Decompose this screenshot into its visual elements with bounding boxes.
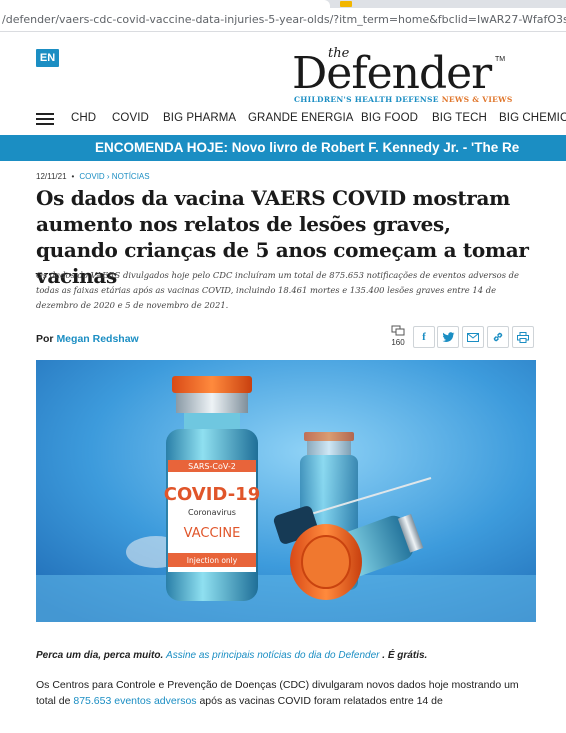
main-nav: CHD COVID BIG PHARMA GRANDE ENERGIA BIG … bbox=[0, 110, 566, 130]
logo-tagline-accent: NEWS & VIEWS bbox=[441, 95, 513, 104]
adverse-events-link[interactable]: 875.653 eventos adversos bbox=[73, 695, 196, 707]
hero-image: SARS-CoV-2 COVID-19 Coronavirus VACCINE … bbox=[36, 360, 536, 622]
subscribe-link[interactable]: Assine as principais notícias do dia do … bbox=[166, 650, 379, 661]
byline: Por Megan Redshaw bbox=[36, 333, 139, 345]
article-meta: 12/11/21 • COVID › NOTÍCIAS bbox=[36, 172, 150, 181]
url-text[interactable]: /defender/vaers-cdc-covid-vaccine-data-i… bbox=[2, 13, 566, 26]
tab-favicon[interactable] bbox=[340, 1, 352, 7]
promo-banner[interactable]: ENCOMENDA HOJE: Novo livro de Robert F. … bbox=[0, 135, 566, 161]
twitter-icon bbox=[442, 331, 454, 342]
nav-item-big-tech[interactable]: BIG TECH bbox=[432, 112, 487, 124]
link-icon bbox=[493, 332, 503, 342]
article-dek: Os dados do VAERS divulgados hoje pelo C… bbox=[36, 270, 520, 310]
address-bar[interactable]: /defender/vaers-cdc-covid-vaccine-data-i… bbox=[0, 8, 566, 32]
language-badge[interactable]: EN bbox=[36, 49, 59, 67]
comments-button[interactable]: 160 bbox=[387, 325, 409, 351]
vaccine-vials-illustration: SARS-CoV-2 COVID-19 Coronavirus VACCINE … bbox=[36, 360, 536, 622]
lead-end: . É grátis. bbox=[382, 650, 428, 661]
nav-item-big-chemical[interactable]: BIG CHEMICA bbox=[499, 112, 566, 124]
article-date: 12/11/21 bbox=[36, 172, 67, 181]
printer-icon bbox=[517, 331, 529, 343]
nav-item-grande-energia[interactable]: GRANDE ENERGIA bbox=[248, 112, 354, 124]
author-link[interactable]: Megan Redshaw bbox=[56, 333, 138, 345]
facebook-icon: f bbox=[422, 331, 426, 343]
vial-label-line5: Injection only bbox=[187, 556, 238, 565]
email-share-button[interactable] bbox=[462, 326, 484, 348]
hamburger-menu-icon[interactable] bbox=[36, 113, 54, 125]
promo-text[interactable]: ENCOMENDA HOJE: Novo livro de Robert F. … bbox=[95, 140, 519, 155]
copy-link-button[interactable] bbox=[487, 326, 509, 348]
logo-tagline: CHILDREN'S HEALTH DEFENSE NEWS & VIEWS bbox=[294, 95, 513, 104]
print-button[interactable] bbox=[512, 326, 534, 348]
lead-strong: Perca um dia, perca muito. bbox=[36, 650, 164, 661]
vial-label-line4: VACCINE bbox=[184, 526, 241, 541]
facebook-share-button[interactable]: f bbox=[413, 326, 435, 348]
twitter-share-button[interactable] bbox=[437, 326, 459, 348]
nav-item-big-food[interactable]: BIG FOOD bbox=[361, 112, 418, 124]
article-paragraph: Os Centros para Controle e Prevenção de … bbox=[36, 677, 536, 709]
vial-label-line2: COVID-19 bbox=[164, 484, 260, 505]
browser-tab-active[interactable] bbox=[0, 0, 330, 8]
article-category[interactable]: COVID › NOTÍCIAS bbox=[79, 172, 149, 181]
meta-separator: • bbox=[71, 172, 75, 181]
comment-bubble-icon bbox=[391, 325, 405, 336]
byline-prefix: Por bbox=[36, 333, 54, 345]
tab-strip bbox=[0, 0, 566, 8]
page-bottom bbox=[0, 708, 566, 733]
envelope-icon bbox=[467, 332, 479, 342]
vial-label-line3: Coronavirus bbox=[188, 508, 236, 517]
comment-count: 160 bbox=[391, 338, 405, 347]
newsletter-promo: Perca um dia, perca muito. Assine as pri… bbox=[36, 650, 427, 661]
logo-trademark: TM bbox=[495, 56, 506, 63]
vial-label-line1: SARS-CoV-2 bbox=[188, 462, 236, 471]
logo-tagline-main: CHILDREN'S HEALTH DEFENSE bbox=[294, 95, 439, 104]
site-logo[interactable]: the Defender TM CHILDREN'S HEALTH DEFENS… bbox=[292, 46, 532, 106]
nav-item-big-pharma[interactable]: BIG PHARMA bbox=[163, 112, 236, 124]
logo-name: Defender bbox=[292, 48, 492, 99]
nav-item-chd[interactable]: CHD bbox=[71, 112, 96, 124]
nav-item-covid[interactable]: COVID bbox=[112, 112, 149, 124]
body-end: após as vacinas COVID foram relatados en… bbox=[199, 695, 443, 707]
